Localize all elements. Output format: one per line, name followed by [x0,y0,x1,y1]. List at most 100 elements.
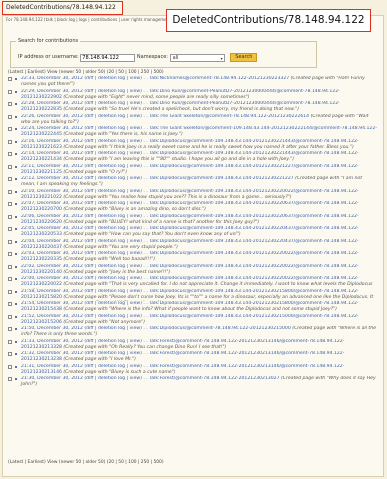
list-item: 22:29, December 30, 2012 (diff | deletio… [7,89,377,102]
list-item: 22:07, December 30, 2012 (diff | deletio… [7,201,377,214]
timestamp-link[interactable]: 22:33, December 30, 2012 [21,76,83,81]
edit-summary: (Created page with "I love Mr.") [63,357,136,363]
row-checkbox[interactable] [8,77,12,81]
timestamp-link[interactable]: 22:04, December 30, 2012 [21,239,83,244]
timestamp-link[interactable]: 22:11, December 30, 2012 [21,164,83,169]
list-item: 22:00, December 30, 2012 (diff | deletio… [7,276,377,289]
row-checkbox[interactable] [8,289,12,294]
row-checkbox[interactable] [8,152,12,156]
namespace-select[interactable]: all ▾ [169,53,225,62]
row-checkbox[interactable] [8,164,12,169]
timestamp-link[interactable]: 22:24, December 30, 2012 [21,126,83,131]
entry-links[interactable]: (diff | deletion log | view) . . Talk:Di… [84,326,290,331]
timestamp-link[interactable]: 22:10, December 30, 2012 [21,189,83,194]
chevron-down-icon: ▾ [220,55,223,61]
timestamp-link[interactable]: 21:32, December 30, 2012 [21,351,83,356]
row-checkbox[interactable] [8,202,12,206]
timestamp-link[interactable]: 21:58, December 30, 2012 [21,289,83,294]
row-checkbox[interactable] [8,302,12,306]
bullet-icon [15,278,17,280]
contributions-list: 22:33, December 30, 2012 (diff | deletio… [7,76,377,389]
row-checkbox[interactable] [8,327,12,331]
entry-links[interactable]: (diff | deletion log | view) . . Talk:Th… [84,114,309,119]
timestamp-link[interactable]: 21:50, December 30, 2012 [21,326,83,331]
row-checkbox[interactable] [8,252,12,256]
bullet-icon [15,365,17,368]
row-checkbox[interactable] [8,102,12,106]
row-checkbox[interactable] [8,214,12,219]
bullet-icon [15,303,17,305]
search-button[interactable]: Search [230,53,258,62]
bullet-icon [15,340,17,343]
list-item: 22:02, December 30, 2012 (diff | deletio… [7,264,377,277]
timestamp-link[interactable]: 22:14, December 30, 2012 [21,151,83,156]
timestamp-link[interactable]: 22:16, December 30, 2012 [21,139,83,144]
timestamp-link[interactable]: 22:03, December 30, 2012 [21,251,83,256]
bullet-icon [15,203,17,205]
timestamp-link[interactable]: 21:31, December 30, 2012 [21,364,83,369]
tab-title: DeletedContributions/78.148.94.122 [6,4,116,11]
timestamp-link[interactable]: 21:30, December 30, 2012 [21,376,83,381]
edit-summary: (Created page with "So true! He's create… [63,107,300,113]
row-checkbox[interactable] [8,277,12,281]
row-checkbox[interactable] [8,339,12,344]
timestamp-link[interactable]: 22:26, December 30, 2012 [21,114,83,119]
entry-links[interactable]: (diff | deletion log | view) . . Talk:Di… [84,176,293,181]
timestamp-link[interactable]: 21:52, December 30, 2012 [21,314,83,319]
list-item: 21:52, December 30, 2012 (diff | deletio… [7,314,377,327]
row-checkbox[interactable] [8,352,12,356]
edit-summary: (Created page with "You realise how stup… [63,194,292,200]
bullet-icon [15,215,17,218]
edit-summary: (Created page with "Yes there is, his na… [63,132,183,138]
row-checkbox[interactable] [8,377,12,381]
edit-summary: (Created page with "Joey is the best nam… [63,269,171,275]
row-checkbox[interactable] [8,227,12,231]
row-checkbox[interactable] [8,314,12,319]
timestamp-link[interactable]: 22:02, December 30, 2012 [21,264,83,269]
edit-summary: (Created page with "BLUEY! what kind of … [63,219,260,225]
browser-tab[interactable]: DeletedContributions/78.148.94.122 [2,1,123,15]
row-checkbox[interactable] [8,239,12,244]
breadcrumb-text[interactable]: For 78.148.94.122 (talk | block log | lo… [6,17,172,22]
row-checkbox[interactable] [8,114,12,119]
row-checkbox[interactable] [8,264,12,269]
bullet-icon [15,78,17,80]
list-item: 22:28, December 30, 2012 (diff | deletio… [7,101,377,114]
list-item: 22:24, December 30, 2012 (diff | deletio… [7,126,377,139]
edit-summary: (Created page with "You are very stupid … [63,244,178,250]
timestamp-link[interactable]: 21:33, December 30, 2012 [21,339,83,344]
edit-summary: (Created page with "Oh Really? You can c… [63,344,227,350]
row-checkbox[interactable] [8,89,12,94]
timestamp-link[interactable]: 22:07, December 30, 2012 [21,201,83,206]
timestamp-link[interactable]: 21:54, December 30, 2012 [21,301,83,306]
timestamp-link[interactable]: 22:29, December 30, 2012 [21,89,83,94]
bullet-icon [15,190,17,193]
timestamp-link[interactable]: 22:00, December 30, 2012 [21,276,83,281]
pager-top[interactable]: (Latest | Earliest) View (newer 50 | old… [8,70,164,75]
row-checkbox[interactable] [8,364,12,369]
bullet-icon [15,328,17,330]
entry-links[interactable]: (diff | deletion log | view) . . Talk:Ni… [84,76,289,81]
bullet-icon [15,153,17,155]
timestamp-link[interactable]: 22:06, December 30, 2012 [21,214,83,219]
pager-bottom[interactable]: (Latest | Earliest) View (newer 50 | old… [8,460,164,465]
row-checkbox[interactable] [8,177,12,181]
row-checkbox[interactable] [8,139,12,144]
list-item: 22:16, December 30, 2012 (diff | deletio… [7,139,377,152]
breadcrumb: For 78.148.94.122 (talk | block log | lo… [6,17,172,22]
list-item: 22:11, December 30, 2012 (diff | deletio… [7,164,377,177]
page-title-text: DeletedContributions/78.148.94.122 [172,14,365,26]
list-item: 22:06, December 30, 2012 (diff | deletio… [7,214,377,227]
timestamp-link[interactable]: 22:12, December 30, 2012 [21,176,83,181]
entry-links[interactable]: (diff | deletion log | view) . . Talk:Fo… [84,376,279,381]
timestamp-link[interactable]: 22:28, December 30, 2012 [21,101,83,106]
list-item: 22:14, December 30, 2012 (diff | deletio… [7,151,377,164]
row-checkbox[interactable] [8,189,12,194]
row-checkbox[interactable] [8,127,12,131]
list-item: 22:04, December 30, 2012 (diff | deletio… [7,239,377,252]
timestamp-link[interactable]: 22:05, December 30, 2012 [21,226,83,231]
list-item: 22:26, December 30, 2012 (diff | deletio… [7,114,377,127]
bullet-icon [15,378,17,380]
ip-input[interactable] [80,53,136,62]
list-item: 22:03, December 30, 2012 (diff | deletio… [7,251,377,264]
